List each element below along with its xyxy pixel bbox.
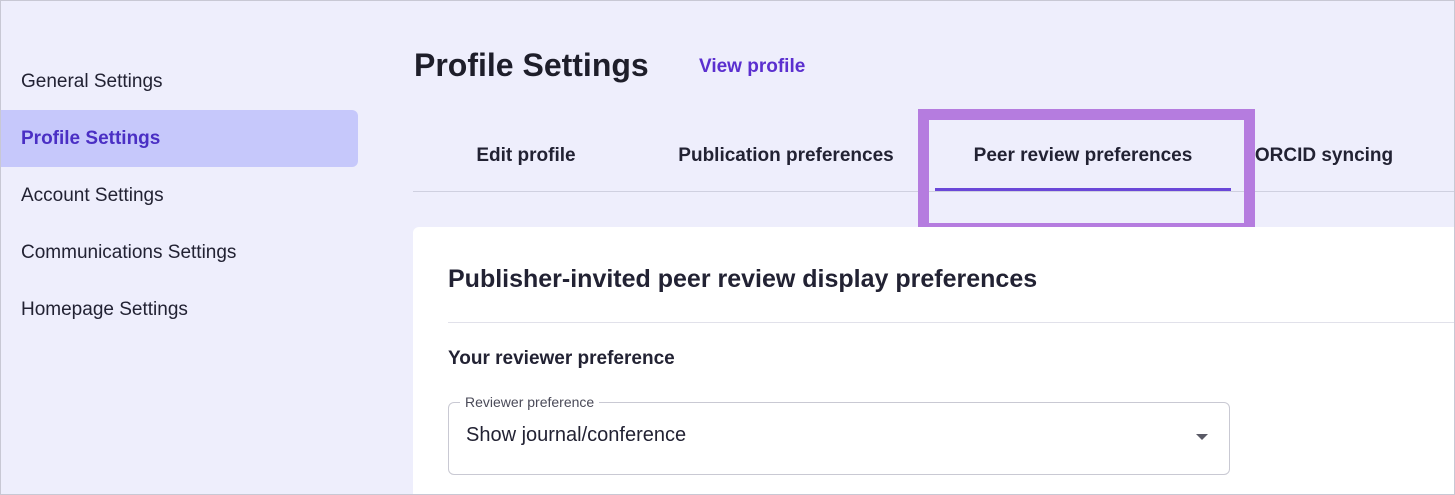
card-title: Publisher-invited peer review display pr… xyxy=(448,265,1038,293)
tab-peer-review-preferences[interactable]: Peer review preferences xyxy=(935,121,1231,191)
tab-publication-preferences[interactable]: Publication preferences xyxy=(639,121,933,191)
reviewer-preference-section-label: Your reviewer preference xyxy=(448,348,675,369)
reviewer-preference-legend: Reviewer preference xyxy=(460,394,600,410)
app-frame: General Settings Profile Settings Accoun… xyxy=(0,0,1455,495)
settings-sidebar: General Settings Profile Settings Accoun… xyxy=(1,53,358,338)
view-profile-link[interactable]: View profile xyxy=(699,56,805,78)
page-title: Profile Settings xyxy=(414,47,649,83)
tab-edit-profile[interactable]: Edit profile xyxy=(413,121,639,191)
sidebar-item-general-settings[interactable]: General Settings xyxy=(1,53,358,110)
chevron-down-icon[interactable] xyxy=(1196,434,1208,440)
reviewer-preference-value: Show journal/conference xyxy=(466,424,687,446)
profile-tabs: Edit profile Publication preferences Pee… xyxy=(413,121,1454,192)
peer-review-preferences-card: Publisher-invited peer review display pr… xyxy=(413,227,1454,494)
sidebar-item-account-settings[interactable]: Account Settings xyxy=(1,167,358,224)
tab-orcid-syncing[interactable]: ORCID syncing xyxy=(1249,121,1399,191)
sidebar-item-homepage-settings[interactable]: Homepage Settings xyxy=(1,281,358,338)
card-divider xyxy=(448,322,1454,323)
sidebar-item-profile-settings[interactable]: Profile Settings xyxy=(1,110,358,167)
sidebar-item-communications-settings[interactable]: Communications Settings xyxy=(1,224,358,281)
reviewer-preference-select[interactable]: Reviewer preference Show journal/confere… xyxy=(448,394,1230,475)
